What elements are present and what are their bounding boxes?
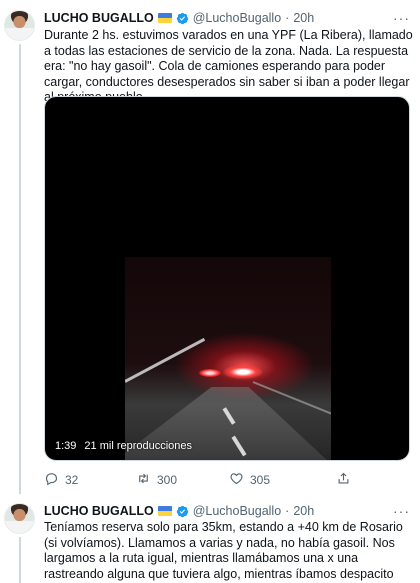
share-icon [336,471,351,489]
flag-icon [157,13,172,23]
truck-lights [223,365,263,379]
video-player[interactable]: 1:39 21 mil reproducciones [44,96,410,461]
truck-lights [199,369,221,377]
thread-line [19,537,21,583]
separator: · [285,11,290,25]
more-options-icon[interactable]: ··· [393,10,410,26]
timestamp[interactable]: 20h [293,504,314,518]
timestamp[interactable]: 20h [293,11,314,25]
verified-badge-icon [176,505,189,518]
verified-badge-icon [176,12,189,25]
like-count: 305 [250,473,271,487]
like-button[interactable]: 305 [229,471,270,489]
flag-icon [157,506,172,516]
video-views: 21 mil reproducciones [84,440,193,452]
author-handle[interactable]: @LuchoBugallo [193,11,281,25]
tweet-text: Teníamos reserva solo para 35km, estando… [44,520,403,583]
thread-line [19,44,21,494]
tweet[interactable]: LUCHO BUGALLO @LuchoBugallo · 20h ··· Te… [0,495,420,583]
author-handle[interactable]: @LuchoBugallo [193,504,281,518]
video-meta: 1:39 21 mil reproducciones [55,440,192,452]
lane-line [125,337,206,383]
separator: · [285,504,290,518]
author-name[interactable]: LUCHO BUGALLO [44,504,154,518]
video-frame [125,257,331,460]
retweet-button[interactable]: 300 [136,471,177,489]
tweet-header: LUCHO BUGALLO @LuchoBugallo · 20h [44,502,314,520]
retweet-count: 300 [157,473,178,487]
avatar[interactable] [4,10,35,41]
tweet[interactable]: LUCHO BUGALLO @LuchoBugallo · 20h ··· Du… [0,0,420,495]
video-duration: 1:39 [55,440,77,452]
author-name[interactable]: LUCHO BUGALLO [44,11,154,25]
reply-button[interactable]: 32 [44,471,78,489]
reply-count: 32 [65,473,79,487]
like-icon [229,471,244,489]
more-options-icon[interactable]: ··· [393,503,410,519]
reply-icon [44,471,59,489]
tweet-header: LUCHO BUGALLO @LuchoBugallo · 20h [44,9,314,27]
avatar[interactable] [4,503,35,534]
tweet-text: Durante 2 hs. estuvimos varados en una Y… [44,28,413,104]
share-button[interactable] [336,471,351,489]
retweet-icon [136,471,151,489]
